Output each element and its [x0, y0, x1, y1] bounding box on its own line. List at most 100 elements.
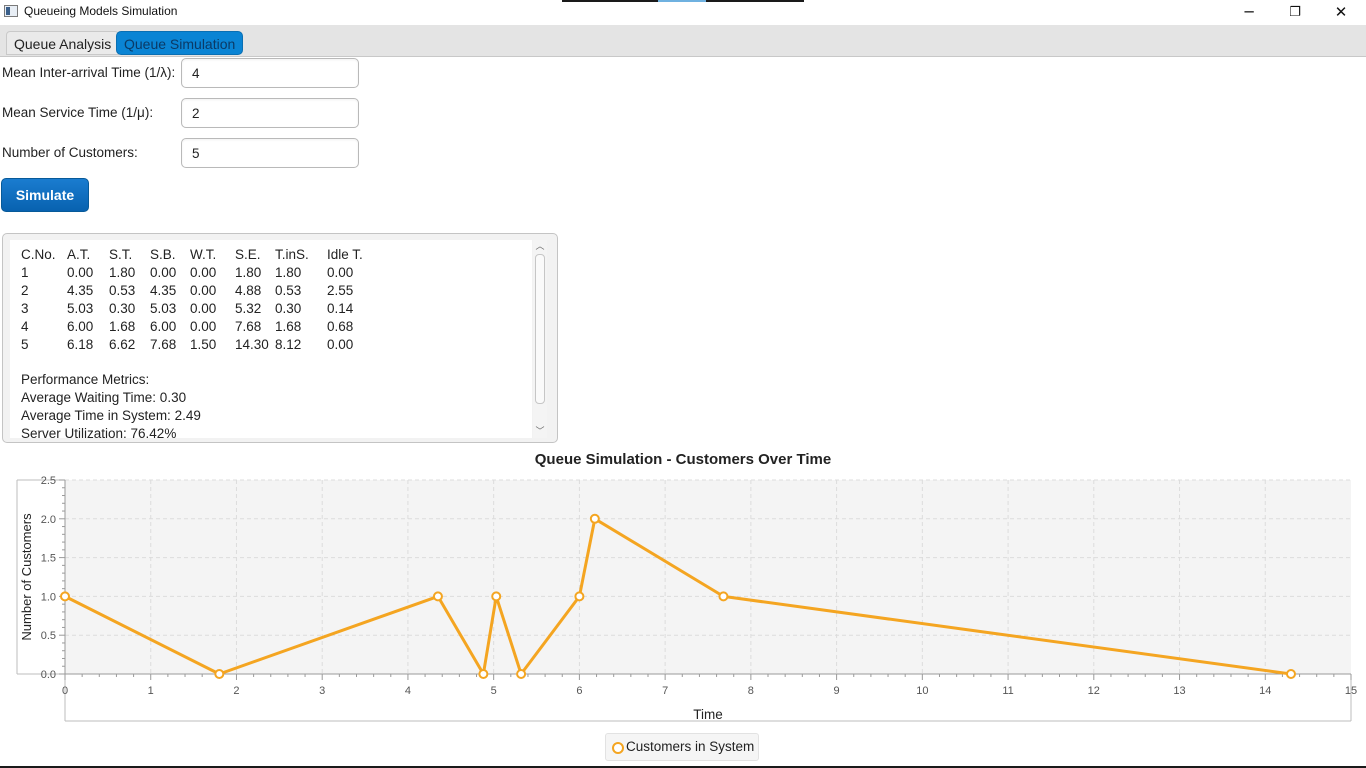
cell: 4.35: [150, 282, 177, 298]
cell: 1.68: [275, 318, 302, 334]
cell: 0.00: [327, 264, 354, 280]
y-tick-label: 1.5: [41, 553, 56, 565]
close-icon[interactable]: ✕: [1318, 0, 1364, 24]
x-tick-label: 14: [1259, 685, 1271, 697]
cell: 0.00: [150, 264, 177, 280]
inter-arrival-input[interactable]: [181, 58, 359, 88]
x-tick-label: 10: [916, 685, 928, 697]
table-row: 3 5.03 0.30 5.03 0.00 5.32 0.30 0.14: [21, 299, 363, 317]
y-tick-label: 2.0: [41, 514, 56, 526]
scroll-down-icon[interactable]: ﹀: [533, 425, 547, 437]
cell: 5.03: [67, 300, 94, 316]
x-tick-label: 1: [148, 685, 154, 697]
results-table: C.No. A.T. S.T. S.B. W.T. S.E. T.inS. Id…: [21, 245, 363, 353]
header-cno: C.No.: [21, 246, 56, 262]
data-point: [491, 591, 502, 602]
chart-title: Queue Simulation - Customers Over Time: [534, 451, 832, 468]
header-st: S.T.: [109, 246, 133, 262]
simulate-button[interactable]: Simulate: [1, 178, 89, 212]
customers-input[interactable]: [181, 138, 359, 168]
plot-area: [65, 480, 1351, 674]
cell: 7.68: [150, 336, 177, 352]
cell: 0.00: [190, 264, 217, 280]
cell: 0.00: [190, 282, 217, 298]
tab-queue-simulation[interactable]: Queue Simulation: [116, 31, 244, 55]
table-row: 5 6.18 6.62 7.68 1.50 14.30 8.12 0.00: [21, 335, 363, 353]
data-point: [478, 669, 489, 679]
cell: 2.55: [327, 282, 354, 298]
results-header-row: C.No. A.T. S.T. S.B. W.T. S.E. T.inS. Id…: [21, 245, 363, 263]
cell: 0.00: [190, 300, 217, 316]
results-content: C.No. A.T. S.T. S.B. W.T. S.E. T.inS. Id…: [10, 240, 532, 438]
service-time-label: Mean Service Time (1/μ):: [2, 105, 154, 120]
cell: 1.80: [275, 264, 302, 280]
cell: 1.68: [109, 318, 136, 334]
service-time-input[interactable]: [181, 98, 359, 128]
data-point: [214, 669, 225, 679]
scroll-up-icon[interactable]: ︿: [533, 240, 547, 252]
data-point: [589, 513, 600, 524]
cell: 1: [21, 264, 29, 280]
x-tick-label: 8: [748, 685, 754, 697]
cell: 0.30: [275, 300, 302, 316]
y-tick-label: 1.0: [41, 591, 56, 603]
header-tins: T.inS.: [275, 246, 309, 262]
results-scroll-thumb[interactable]: [535, 254, 545, 404]
avg-time-in-system: Average Time in System: 2.49: [21, 408, 201, 423]
x-tick-label: 11: [1002, 685, 1013, 697]
table-row: 4 6.00 1.68 6.00 0.00 7.68 1.68 0.68: [21, 317, 363, 335]
cell: 1.50: [190, 336, 217, 352]
cell: 0.00: [327, 336, 354, 352]
x-tick-label: 3: [319, 685, 325, 697]
y-axis-label: Number of Customers: [19, 513, 34, 641]
x-tick-label: 2: [233, 685, 239, 697]
inter-arrival-label: Mean Inter-arrival Time (1/λ):: [2, 65, 176, 80]
table-row: 1 0.00 1.80 0.00 0.00 1.80 1.80 0.00: [21, 263, 363, 281]
cell: 5.03: [150, 300, 177, 316]
y-tick-label: 0.0: [41, 669, 56, 681]
x-tick-label: 0: [62, 685, 68, 697]
cell: 1.80: [235, 264, 262, 280]
restore-icon[interactable]: ❐: [1272, 0, 1318, 24]
data-point: [718, 591, 729, 602]
cell: 3: [21, 300, 29, 316]
x-tick-label: 5: [491, 685, 497, 697]
x-tick-label: 9: [834, 685, 840, 697]
cell: 5.32: [235, 300, 262, 316]
y-tick-label: 0.5: [41, 630, 56, 642]
minimize-icon[interactable]: ─: [1226, 0, 1272, 24]
performance-metrics: Performance Metrics: Average Waiting Tim…: [21, 371, 201, 438]
cell: 0.53: [109, 282, 136, 298]
data-point: [60, 591, 70, 602]
header-at: A.T.: [67, 246, 91, 262]
legend-marker-icon: [612, 742, 624, 754]
x-tick-label: 6: [576, 685, 582, 697]
x-tick-label: 15: [1345, 685, 1357, 697]
customers-label: Number of Customers:: [2, 145, 138, 160]
y-tick-label: 2.5: [41, 475, 56, 487]
legend-label: Customers in System: [626, 739, 755, 754]
x-tick-label: 13: [1173, 685, 1185, 697]
header-idle: Idle T.: [327, 246, 363, 262]
x-tick-label: 4: [405, 685, 411, 697]
cell: 6.00: [150, 318, 177, 334]
tab-queue-analysis[interactable]: Queue Analysis: [6, 31, 120, 55]
cell: 8.12: [275, 336, 302, 352]
header-sb: S.B.: [150, 246, 176, 262]
data-point: [516, 669, 527, 679]
header-wt: W.T.: [190, 246, 217, 262]
data-point: [432, 591, 443, 602]
taskbar-indicator-accent: [658, 0, 706, 2]
cell: 0.14: [327, 300, 354, 316]
data-point: [574, 591, 585, 602]
cell: 0.30: [109, 300, 136, 316]
header-se: S.E.: [235, 246, 261, 262]
cell: 6.62: [109, 336, 136, 352]
cell: 0.00: [67, 264, 94, 280]
server-utilization: Server Utilization: 76.42%: [21, 426, 177, 438]
avg-waiting-time: Average Waiting Time: 0.30: [21, 390, 187, 405]
chart: 0 1 2 3 4 5 6 7 8 9 10 11 12 13 14 150.00.51.01.52.02.5…: [16, 475, 1357, 722]
app-icon: [4, 5, 18, 17]
title-bar: [0, 0, 1366, 24]
window-title: Queueing Models Simulation: [24, 4, 178, 18]
